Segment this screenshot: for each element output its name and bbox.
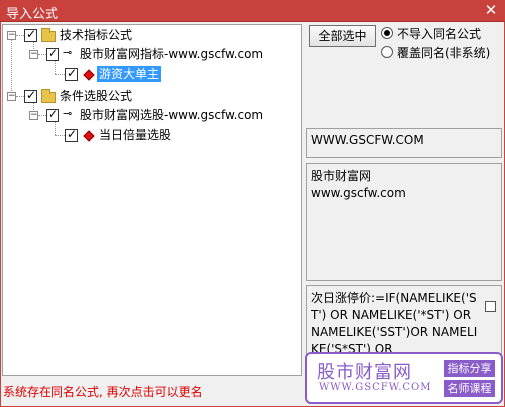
tree-node-gscfw-selection[interactable]: − ⊸ 股市财富网选股-www.gscfw.com: [3, 107, 293, 125]
collapse-icon[interactable]: −: [29, 111, 38, 120]
formula-tree[interactable]: − 技术指标公式 − ⊸ 股市财富网指标-www.gscfw.com 游资大单主…: [2, 24, 302, 376]
formula-icon: [83, 130, 95, 142]
overwrite-radio[interactable]: [381, 46, 393, 58]
title-bar: 导入公式 ✕: [0, 0, 505, 22]
folder-icon: [41, 28, 56, 42]
tree-node-label: 股市财富网选股-www.gscfw.com: [80, 108, 264, 122]
tree-checkbox[interactable]: [24, 88, 37, 103]
window-title: 导入公式: [6, 7, 59, 22]
tree-node-label: 股市财富网指标-www.gscfw.com: [80, 47, 264, 61]
select-all-button[interactable]: 全部选中: [309, 25, 376, 47]
no-import-label[interactable]: 不导入同名公式: [397, 25, 481, 42]
tree-checkbox[interactable]: [24, 27, 37, 42]
formula-icon: [83, 69, 95, 81]
status-message: 系统存在同名公式, 再次点击可以更名: [3, 385, 203, 399]
key-icon: ⊸: [63, 46, 73, 59]
watermark-tag: 名师课程: [444, 380, 495, 397]
key-icon: ⊸: [63, 107, 73, 120]
collapse-icon[interactable]: −: [7, 31, 16, 40]
watermark-url: WWW.GSCFW.COM: [319, 382, 432, 393]
overwrite-label[interactable]: 覆盖同名(非系统): [397, 44, 490, 61]
watermark-tag: 指标分享: [444, 360, 495, 377]
collapse-icon[interactable]: −: [29, 50, 38, 59]
formula-description: 股市财富网 www.gscfw.com: [306, 163, 502, 281]
folder-icon: [41, 89, 56, 103]
tree-node-label: 当日倍量选股: [99, 128, 172, 142]
watermark-brand: 股市财富网: [317, 362, 412, 383]
tree-checkbox[interactable]: [46, 46, 59, 61]
tree-node-formula-item[interactable]: 当日倍量选股: [3, 127, 203, 145]
tree-node-label: 条件选股公式: [60, 89, 133, 103]
tree-node-formula-item[interactable]: 游资大单主: [3, 66, 203, 84]
url-display: WWW.GSCFW.COM: [306, 128, 502, 158]
watermark-logo: 股市财富网 WWW.GSCFW.COM 指标分享 名师课程: [305, 352, 503, 404]
tree-checkbox[interactable]: [65, 66, 78, 81]
tree-node-gscfw-indicator[interactable]: − ⊸ 股市财富网指标-www.gscfw.com: [3, 46, 293, 64]
close-icon[interactable]: ✕: [483, 1, 499, 19]
tree-checkbox[interactable]: [65, 127, 78, 142]
tree-node-label-selected: 游资大单主: [97, 66, 162, 82]
formula-checkbox[interactable]: [485, 301, 496, 312]
description-line: www.gscfw.com: [311, 186, 406, 200]
description-line: 股市财富网: [311, 169, 372, 183]
collapse-icon[interactable]: −: [7, 92, 16, 101]
no-import-radio[interactable]: [381, 27, 393, 39]
tree-node-stock-selection[interactable]: − 条件选股公式: [3, 88, 203, 106]
tree-node-label: 技术指标公式: [60, 28, 133, 42]
tree-node-tech-indicators[interactable]: − 技术指标公式: [3, 27, 203, 45]
tree-checkbox[interactable]: [46, 107, 59, 122]
